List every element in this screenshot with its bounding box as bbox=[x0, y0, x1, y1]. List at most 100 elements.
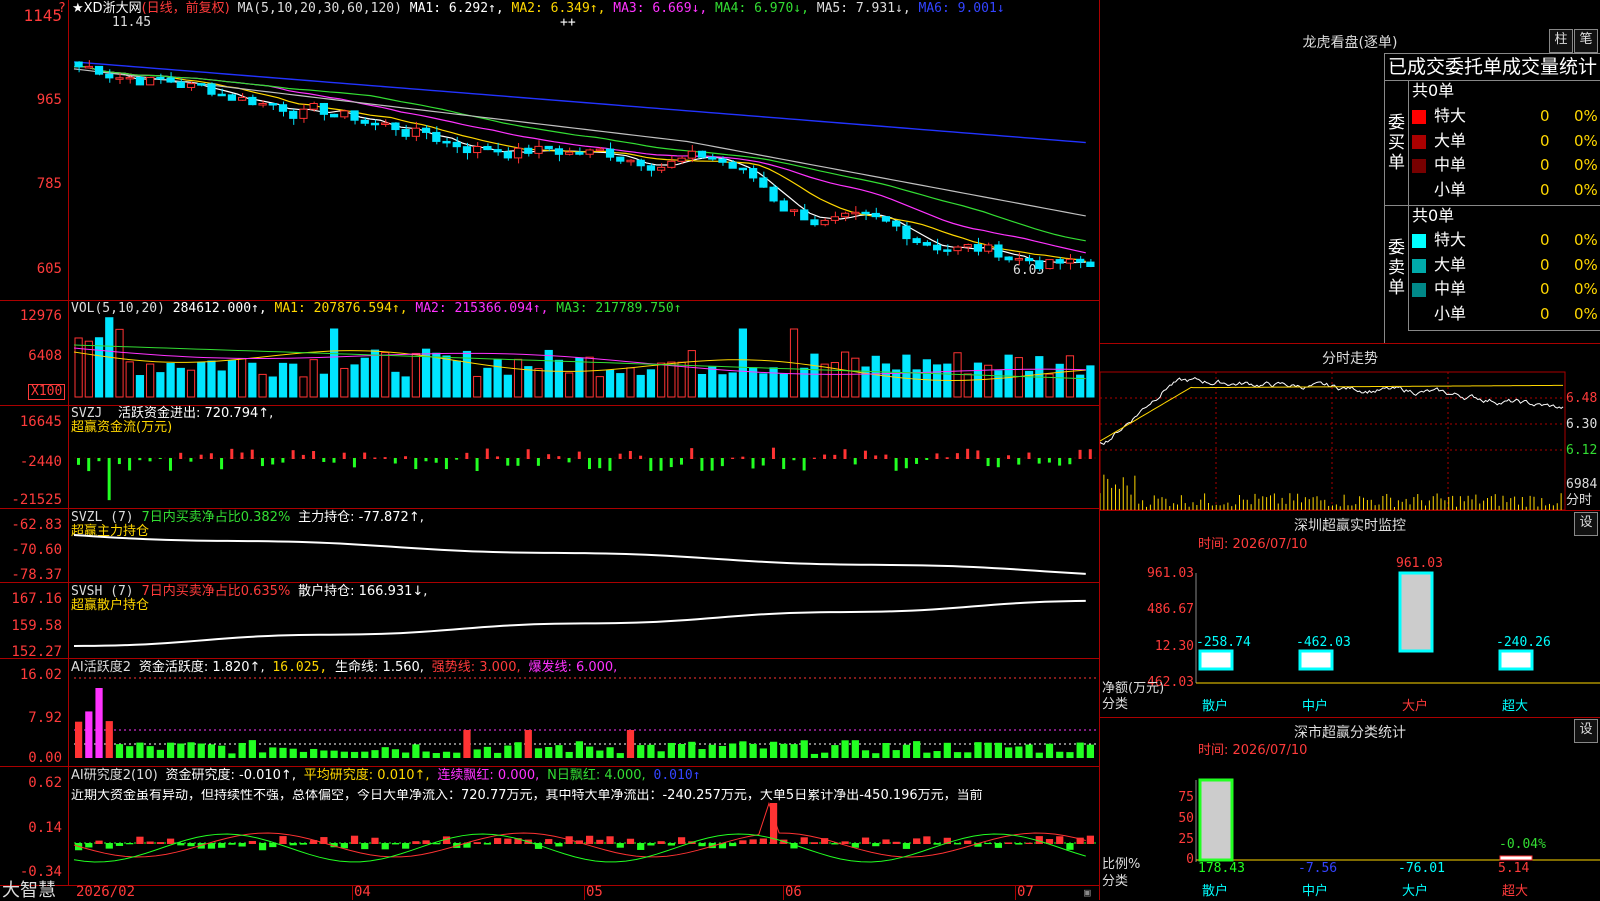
ma-line-6 bbox=[73, 61, 1086, 144]
volume-bar bbox=[544, 349, 553, 398]
candle-body bbox=[176, 81, 185, 88]
candle-body bbox=[1086, 261, 1095, 268]
volume-bar bbox=[299, 376, 308, 398]
ai-research-bar bbox=[667, 843, 675, 846]
ai-active-bar bbox=[596, 750, 604, 758]
ai-active-bar bbox=[381, 747, 389, 758]
svzj-bar bbox=[700, 458, 704, 471]
volume-bar bbox=[871, 355, 880, 398]
ai-research-bar bbox=[892, 841, 900, 844]
svzj-bar bbox=[107, 458, 111, 501]
candle-body bbox=[299, 108, 308, 119]
svzj-bar bbox=[1078, 449, 1082, 459]
svzj-bar bbox=[209, 453, 213, 459]
candle-body bbox=[554, 148, 564, 155]
volume-bar bbox=[94, 337, 104, 398]
ai-active-bar bbox=[483, 746, 492, 758]
svzj-bar bbox=[536, 458, 540, 466]
svzj-bar bbox=[424, 458, 428, 462]
svzj-bar bbox=[608, 458, 612, 471]
svzj-bar bbox=[485, 448, 489, 459]
class-bar bbox=[1499, 855, 1533, 861]
svzj-bar bbox=[639, 455, 643, 459]
svzj-bar bbox=[158, 458, 162, 460]
ai-research-bar bbox=[739, 840, 747, 844]
candle-body bbox=[841, 212, 850, 218]
svzj-bar bbox=[506, 458, 510, 466]
volume-bar bbox=[381, 352, 390, 398]
ai-active-bar bbox=[1086, 744, 1094, 758]
svzj-bar bbox=[260, 458, 264, 467]
candle-body bbox=[350, 110, 359, 121]
svzj-bar bbox=[393, 458, 397, 464]
volume-bar bbox=[442, 355, 451, 398]
ai-active-bar bbox=[412, 744, 420, 758]
volume-bar bbox=[738, 328, 748, 398]
volume-bar bbox=[881, 363, 891, 398]
candle-body bbox=[1024, 258, 1034, 262]
main-chart-area[interactable]: ★XD浙大网(日线，前复权) MA(5,10,20,30,60,120) MA1… bbox=[0, 0, 1100, 901]
svzj-bar bbox=[751, 458, 755, 469]
ai-active-bar bbox=[534, 748, 543, 758]
ai-research-bar bbox=[596, 839, 604, 844]
ai-active-bar bbox=[85, 711, 93, 758]
ai-research-bar bbox=[1025, 842, 1033, 844]
volume-bar bbox=[268, 376, 277, 398]
volume-bar bbox=[1065, 355, 1075, 398]
svzj-bar bbox=[444, 458, 448, 470]
svzj-bar bbox=[1068, 458, 1072, 465]
candle-body bbox=[953, 246, 962, 252]
volume-bar bbox=[994, 370, 1003, 398]
candle-body bbox=[616, 156, 625, 162]
candle-body bbox=[370, 122, 380, 126]
svzj-bar bbox=[720, 458, 724, 467]
volume-bar bbox=[319, 373, 328, 398]
svzj-bar bbox=[189, 458, 193, 462]
volume-bar bbox=[340, 367, 349, 398]
svzj-bar bbox=[496, 456, 500, 459]
ai-active-bar bbox=[187, 742, 195, 758]
ai-active-bar bbox=[647, 744, 655, 758]
ai-research-bar bbox=[913, 838, 921, 844]
candle-body bbox=[585, 149, 594, 155]
ai-research-bar bbox=[166, 838, 175, 844]
candle-body bbox=[156, 76, 165, 80]
volume-bar bbox=[125, 361, 134, 398]
volume-bar bbox=[963, 373, 972, 398]
volume-bar bbox=[289, 363, 298, 398]
candle-body bbox=[728, 161, 737, 169]
svzj-bar bbox=[240, 452, 244, 459]
candle-body bbox=[207, 83, 216, 95]
volume-bar bbox=[902, 354, 911, 398]
svzj-bar bbox=[547, 454, 551, 459]
svzj-bar bbox=[1027, 452, 1031, 459]
svzj-bar bbox=[557, 456, 561, 459]
svzj-bar bbox=[874, 455, 878, 459]
candle-body bbox=[871, 212, 880, 218]
svzj-bar bbox=[577, 451, 581, 459]
ai-research-bar bbox=[391, 843, 400, 845]
svzj-bar bbox=[1088, 449, 1092, 459]
ai-research-bar bbox=[207, 843, 216, 849]
ai-active-bar bbox=[1066, 752, 1074, 758]
svzj-bar bbox=[863, 450, 867, 459]
svzj-bar bbox=[802, 458, 806, 471]
ai-active-bar bbox=[177, 743, 185, 758]
candle-body bbox=[779, 200, 788, 212]
volume-bar bbox=[605, 369, 615, 398]
candle-body bbox=[534, 145, 543, 154]
ai-active-bar bbox=[514, 742, 522, 758]
ai-active-bar bbox=[606, 747, 614, 758]
candle-body bbox=[186, 83, 196, 88]
ai-active-bar bbox=[953, 752, 962, 758]
volume-bar bbox=[156, 372, 165, 398]
candle-body bbox=[227, 94, 237, 101]
ai-active-bar bbox=[1076, 742, 1084, 758]
ai-active-bar bbox=[626, 730, 635, 758]
svzj-bar bbox=[925, 458, 929, 460]
ai-research-bar bbox=[258, 843, 267, 851]
candle-body bbox=[1014, 258, 1023, 261]
candle-body bbox=[442, 140, 451, 144]
ai-research-bar bbox=[340, 843, 348, 849]
svzj-bar bbox=[383, 457, 387, 459]
